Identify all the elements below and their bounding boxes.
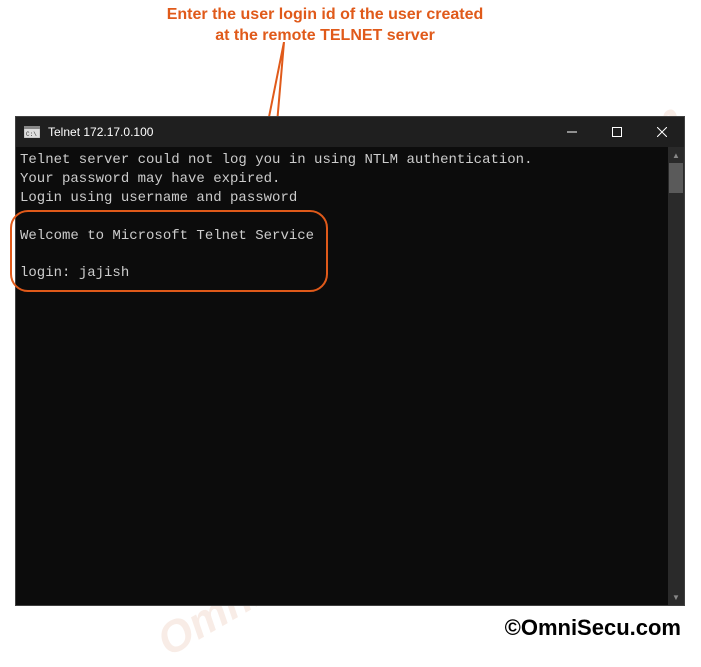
close-button[interactable] (639, 117, 684, 147)
scroll-thumb[interactable] (669, 163, 683, 193)
app-icon: C:\ (24, 125, 40, 139)
scroll-up-arrow-icon[interactable]: ▲ (668, 147, 684, 163)
terminal-line: Telnet server could not log you in using… (20, 152, 532, 168)
login-prompt: login: (20, 265, 79, 281)
login-input[interactable]: jajish (79, 265, 129, 281)
svg-text:C:\: C:\ (26, 131, 37, 138)
terminal-line: Login using username and password (20, 190, 297, 206)
terminal-line: Your password may have expired. (20, 171, 280, 187)
terminal-line: Welcome to Microsoft Telnet Service (20, 228, 314, 244)
window-title: Telnet 172.17.0.100 (48, 125, 549, 139)
scroll-down-arrow-icon[interactable]: ▼ (668, 589, 684, 605)
maximize-button[interactable] (594, 117, 639, 147)
minimize-button[interactable] (549, 117, 594, 147)
annotation-callout: Enter the user login id of the user crea… (75, 5, 575, 47)
terminal-content[interactable]: Telnet server could not log you in using… (16, 147, 668, 605)
telnet-window: C:\ Telnet 172.17.0.100 Telnet server co… (15, 116, 685, 606)
vertical-scrollbar[interactable]: ▲ ▼ (668, 147, 684, 605)
terminal-body: Telnet server could not log you in using… (16, 147, 684, 605)
window-titlebar[interactable]: C:\ Telnet 172.17.0.100 (16, 117, 684, 147)
annotation-line-1: Enter the user login id of the user crea… (75, 5, 575, 26)
annotation-line-2: at the remote TELNET server (75, 26, 575, 47)
copyright-text: ©OmniSecu.com (505, 615, 681, 641)
window-controls (549, 117, 684, 147)
